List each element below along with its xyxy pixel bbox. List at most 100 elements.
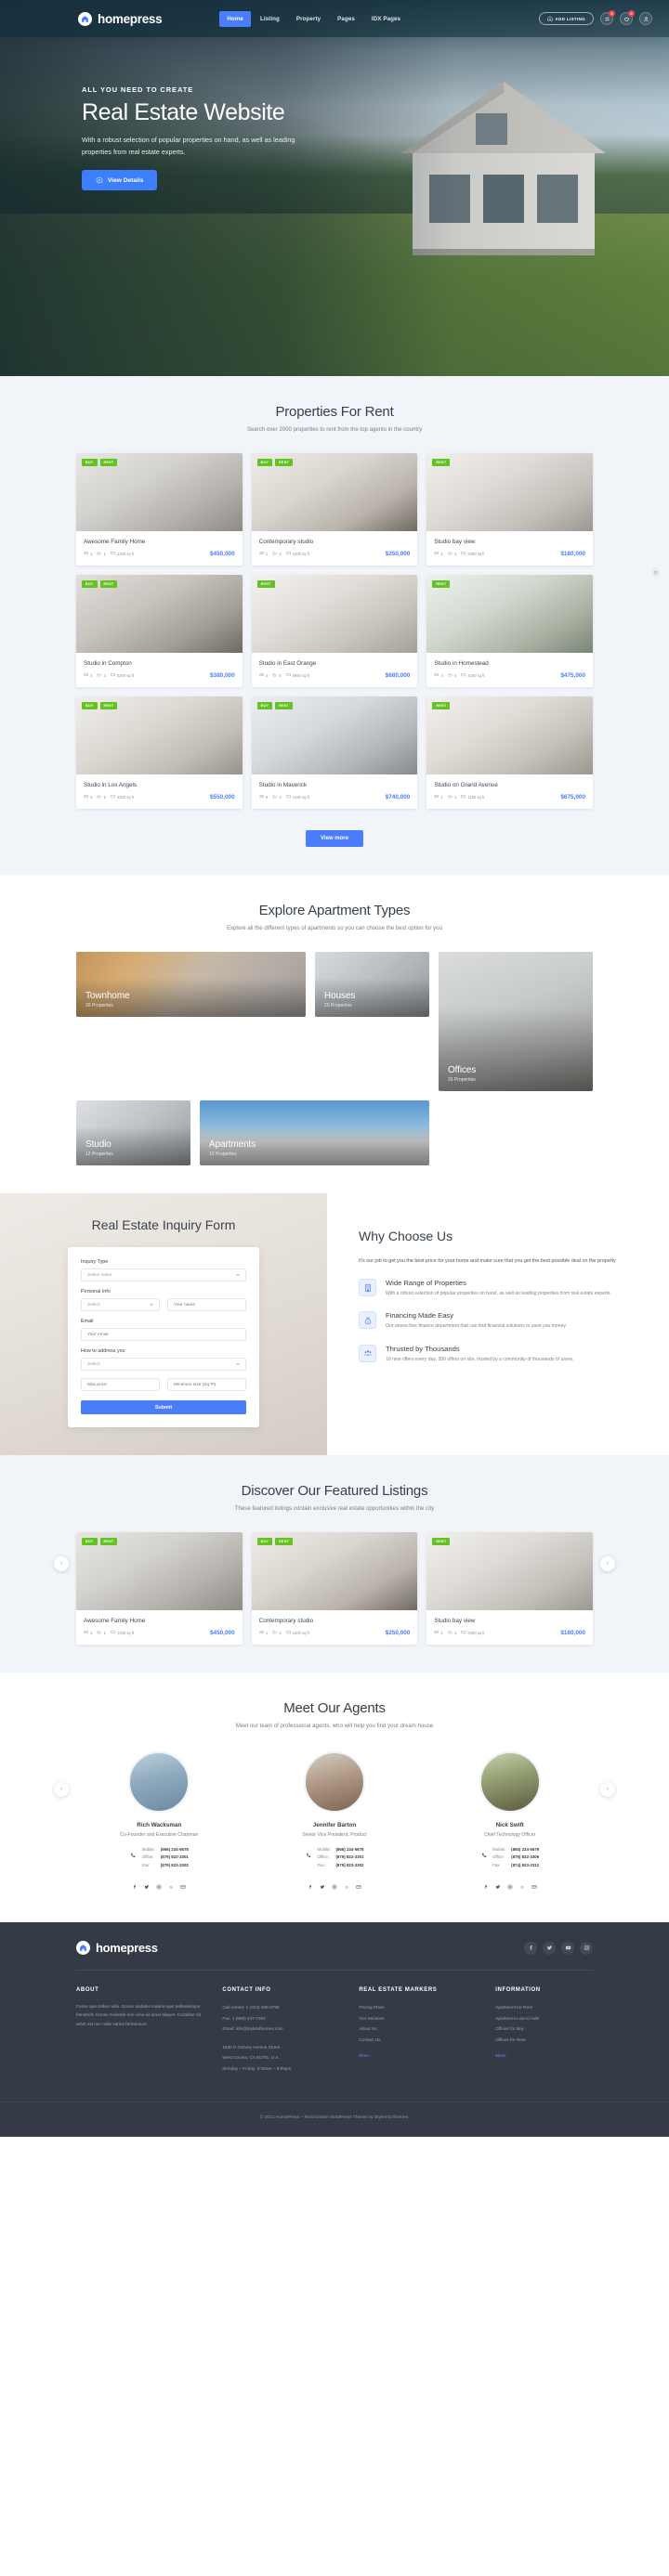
property-image: RENT <box>426 1532 593 1610</box>
beds-meta: 1 <box>434 1630 443 1635</box>
name-input[interactable] <box>167 1298 246 1311</box>
hero-title: Real Estate Website <box>82 99 285 125</box>
agent-role: Chief Technology Officer <box>484 1832 536 1838</box>
property-meta: 1 1 1300 sq ft <box>258 1630 309 1635</box>
nav-item-property[interactable]: Property <box>289 11 328 27</box>
property-tag: RENT <box>99 580 118 588</box>
property-card[interactable]: BUY RENT Studio in Compton 4 3 5200 sq ft… <box>76 575 243 687</box>
instagram-icon[interactable] <box>332 1878 337 1894</box>
bath-icon <box>448 794 453 800</box>
footer-link[interactable]: About Us <box>359 2023 480 2035</box>
google-plus-icon[interactable]: G <box>519 1878 525 1894</box>
property-card[interactable]: RENT Studio bay view 1 1 4400 sq ft $180… <box>426 1532 593 1645</box>
type-tile-apartments[interactable]: Apartments 19 Properties <box>200 1100 429 1165</box>
type-tile-houses[interactable]: Houses 20 Properties <box>315 952 429 1017</box>
property-name: Studio in Compton <box>84 660 132 667</box>
main-navbar: homepress Home Listing Property Pages ID… <box>0 0 669 37</box>
twitter-icon[interactable] <box>144 1878 150 1894</box>
agent-name: Rich Wacksman <box>137 1822 182 1828</box>
property-card[interactable]: RENT Studio in Homestead 4 4 4150 sq ft … <box>426 575 593 687</box>
nav-item-pages[interactable]: Pages <box>330 11 362 27</box>
footer-markers-more[interactable]: More › <box>359 2053 372 2058</box>
view-details-button[interactable]: View Details <box>82 170 158 191</box>
submit-button[interactable]: Submit <box>81 1400 246 1414</box>
email-input[interactable] <box>81 1328 246 1341</box>
twitter-icon[interactable] <box>320 1878 325 1894</box>
nav-item-home[interactable]: Home <box>219 10 251 27</box>
nav-menu: Home Listing Property Pages IDX Pages <box>219 10 408 27</box>
footer-link[interactable]: Offices for Rent <box>495 2035 593 2046</box>
type-tile-studio[interactable]: Studio 12 Properties <box>76 1100 190 1165</box>
facebook-icon[interactable] <box>524 1941 537 1955</box>
footer-link[interactable]: Apartment Low to hide <box>495 2013 593 2024</box>
inquiry-type-label: Inquiry Type <box>81 1259 109 1265</box>
nav-item-listing[interactable]: Listing <box>253 11 287 27</box>
property-price: $680,000 <box>385 672 411 679</box>
agent-social-links: G <box>426 1878 593 1894</box>
facebook-icon[interactable] <box>132 1878 138 1894</box>
max-price-input[interactable] <box>81 1378 160 1391</box>
property-card[interactable]: BUY RENT Studio in Maverick 5 3 4180 sq f… <box>251 696 418 809</box>
twitter-icon[interactable] <box>495 1878 501 1894</box>
agent-card[interactable]: Nick Swift Chief Technology Officer Mobi… <box>426 1751 593 1894</box>
compare-button[interactable]: 0 <box>600 10 615 25</box>
agent-social-links: G <box>76 1878 243 1894</box>
property-card[interactable]: BUY RENT Contemporary studio 1 1 1300 sq … <box>251 1532 418 1645</box>
facebook-icon[interactable] <box>483 1878 489 1894</box>
email-icon[interactable] <box>180 1878 186 1894</box>
agent-card[interactable]: Jennifer Barton Senior Vice President, P… <box>252 1751 418 1894</box>
instagram-icon[interactable] <box>507 1878 513 1894</box>
view-more-button[interactable]: View more <box>306 830 363 847</box>
brand-logo[interactable]: homepress <box>78 11 163 26</box>
google-plus-icon[interactable]: G <box>168 1878 174 1894</box>
facebook-icon[interactable] <box>308 1878 313 1894</box>
address-you-select[interactable]: Select <box>81 1358 246 1371</box>
property-card[interactable]: RENT Studio on Grand Avenue 1 1 1150 sq … <box>426 696 593 809</box>
instagram-icon[interactable] <box>156 1878 162 1894</box>
twitter-icon[interactable] <box>543 1941 556 1955</box>
add-listing-button[interactable]: ADD LISTING <box>538 12 594 25</box>
site-footer: homepress ABOUT Fusce quis tellus nulla.… <box>0 1922 669 2138</box>
property-tag: RENT <box>275 459 294 466</box>
footer-brand[interactable]: homepress <box>76 1941 158 1956</box>
property-card[interactable]: RENT Studio in East Orange 4 5 5980 sq f… <box>251 575 418 687</box>
youtube-icon[interactable] <box>561 1941 574 1955</box>
property-card[interactable]: BUY RENT Studio in Los Angels 5 5 6200 sq… <box>76 696 243 809</box>
instagram-icon[interactable] <box>580 1941 593 1955</box>
google-plus-icon[interactable]: G <box>344 1878 349 1894</box>
type-tile-townhome[interactable]: Townhome 20 Properties <box>76 952 306 1017</box>
footer-link[interactable]: Offices for Buy <box>495 2023 593 2035</box>
inquiry-type-select[interactable]: Select value <box>81 1268 246 1281</box>
agent-card[interactable]: Rich Wacksman Co-Founder and Executive C… <box>76 1751 243 1894</box>
beds-meta: 5 <box>258 794 268 800</box>
carousel-prev-button[interactable]: ‹ <box>54 1556 69 1571</box>
footer-email[interactable]: Email: info@stylelxthemes.com <box>222 2023 344 2035</box>
email-icon[interactable] <box>356 1878 361 1894</box>
footer-link[interactable]: Apartment for Rent <box>495 2002 593 2013</box>
property-card[interactable]: BUY RENT Awesome Family Home 1 1 1200 sq … <box>76 453 243 566</box>
baths-meta: 1 <box>272 1630 282 1635</box>
footer-information-more[interactable]: More › <box>495 2053 508 2058</box>
account-button[interactable] <box>639 12 652 25</box>
salutation-select[interactable]: Select <box>81 1298 160 1311</box>
email-icon[interactable] <box>531 1878 537 1894</box>
footer-link[interactable]: Our Services <box>359 2013 480 2024</box>
property-card[interactable]: BUY RENT Contemporary studio 1 1 1300 sq … <box>251 453 418 566</box>
property-image: BUY RENT <box>251 1532 418 1610</box>
property-card[interactable]: BUY RENT Awesome Family Home 1 1 1200 sq … <box>76 1532 243 1645</box>
nav-item-idx-pages[interactable]: IDX Pages <box>364 11 408 27</box>
feature-title: Financing Made Easy <box>386 1311 454 1321</box>
min-size-input[interactable] <box>167 1378 246 1391</box>
favorites-button[interactable]: 0 <box>620 10 635 25</box>
footer-link[interactable]: Contact Us <box>359 2035 480 2046</box>
property-card[interactable]: RENT Studio bay view 1 1 4400 sq ft $180… <box>426 453 593 566</box>
agents-prev-button[interactable]: ‹ <box>54 1782 69 1798</box>
footer-link[interactable]: Pricing Plans <box>359 2002 480 2013</box>
scroll-helper-icon[interactable] <box>651 568 660 577</box>
carousel-next-button[interactable]: › <box>600 1556 615 1571</box>
footer-markers-list: Pricing Plans Our Services About Us Contact… <box>359 2002 480 2045</box>
agent-avatar <box>479 1751 541 1813</box>
type-tile-offices[interactable]: Offices 20 Properties <box>439 952 593 1091</box>
footer-column-information: INFORMATION Apartment for Rent Apartment … <box>495 1987 593 2074</box>
agents-next-button[interactable]: › <box>600 1782 615 1798</box>
